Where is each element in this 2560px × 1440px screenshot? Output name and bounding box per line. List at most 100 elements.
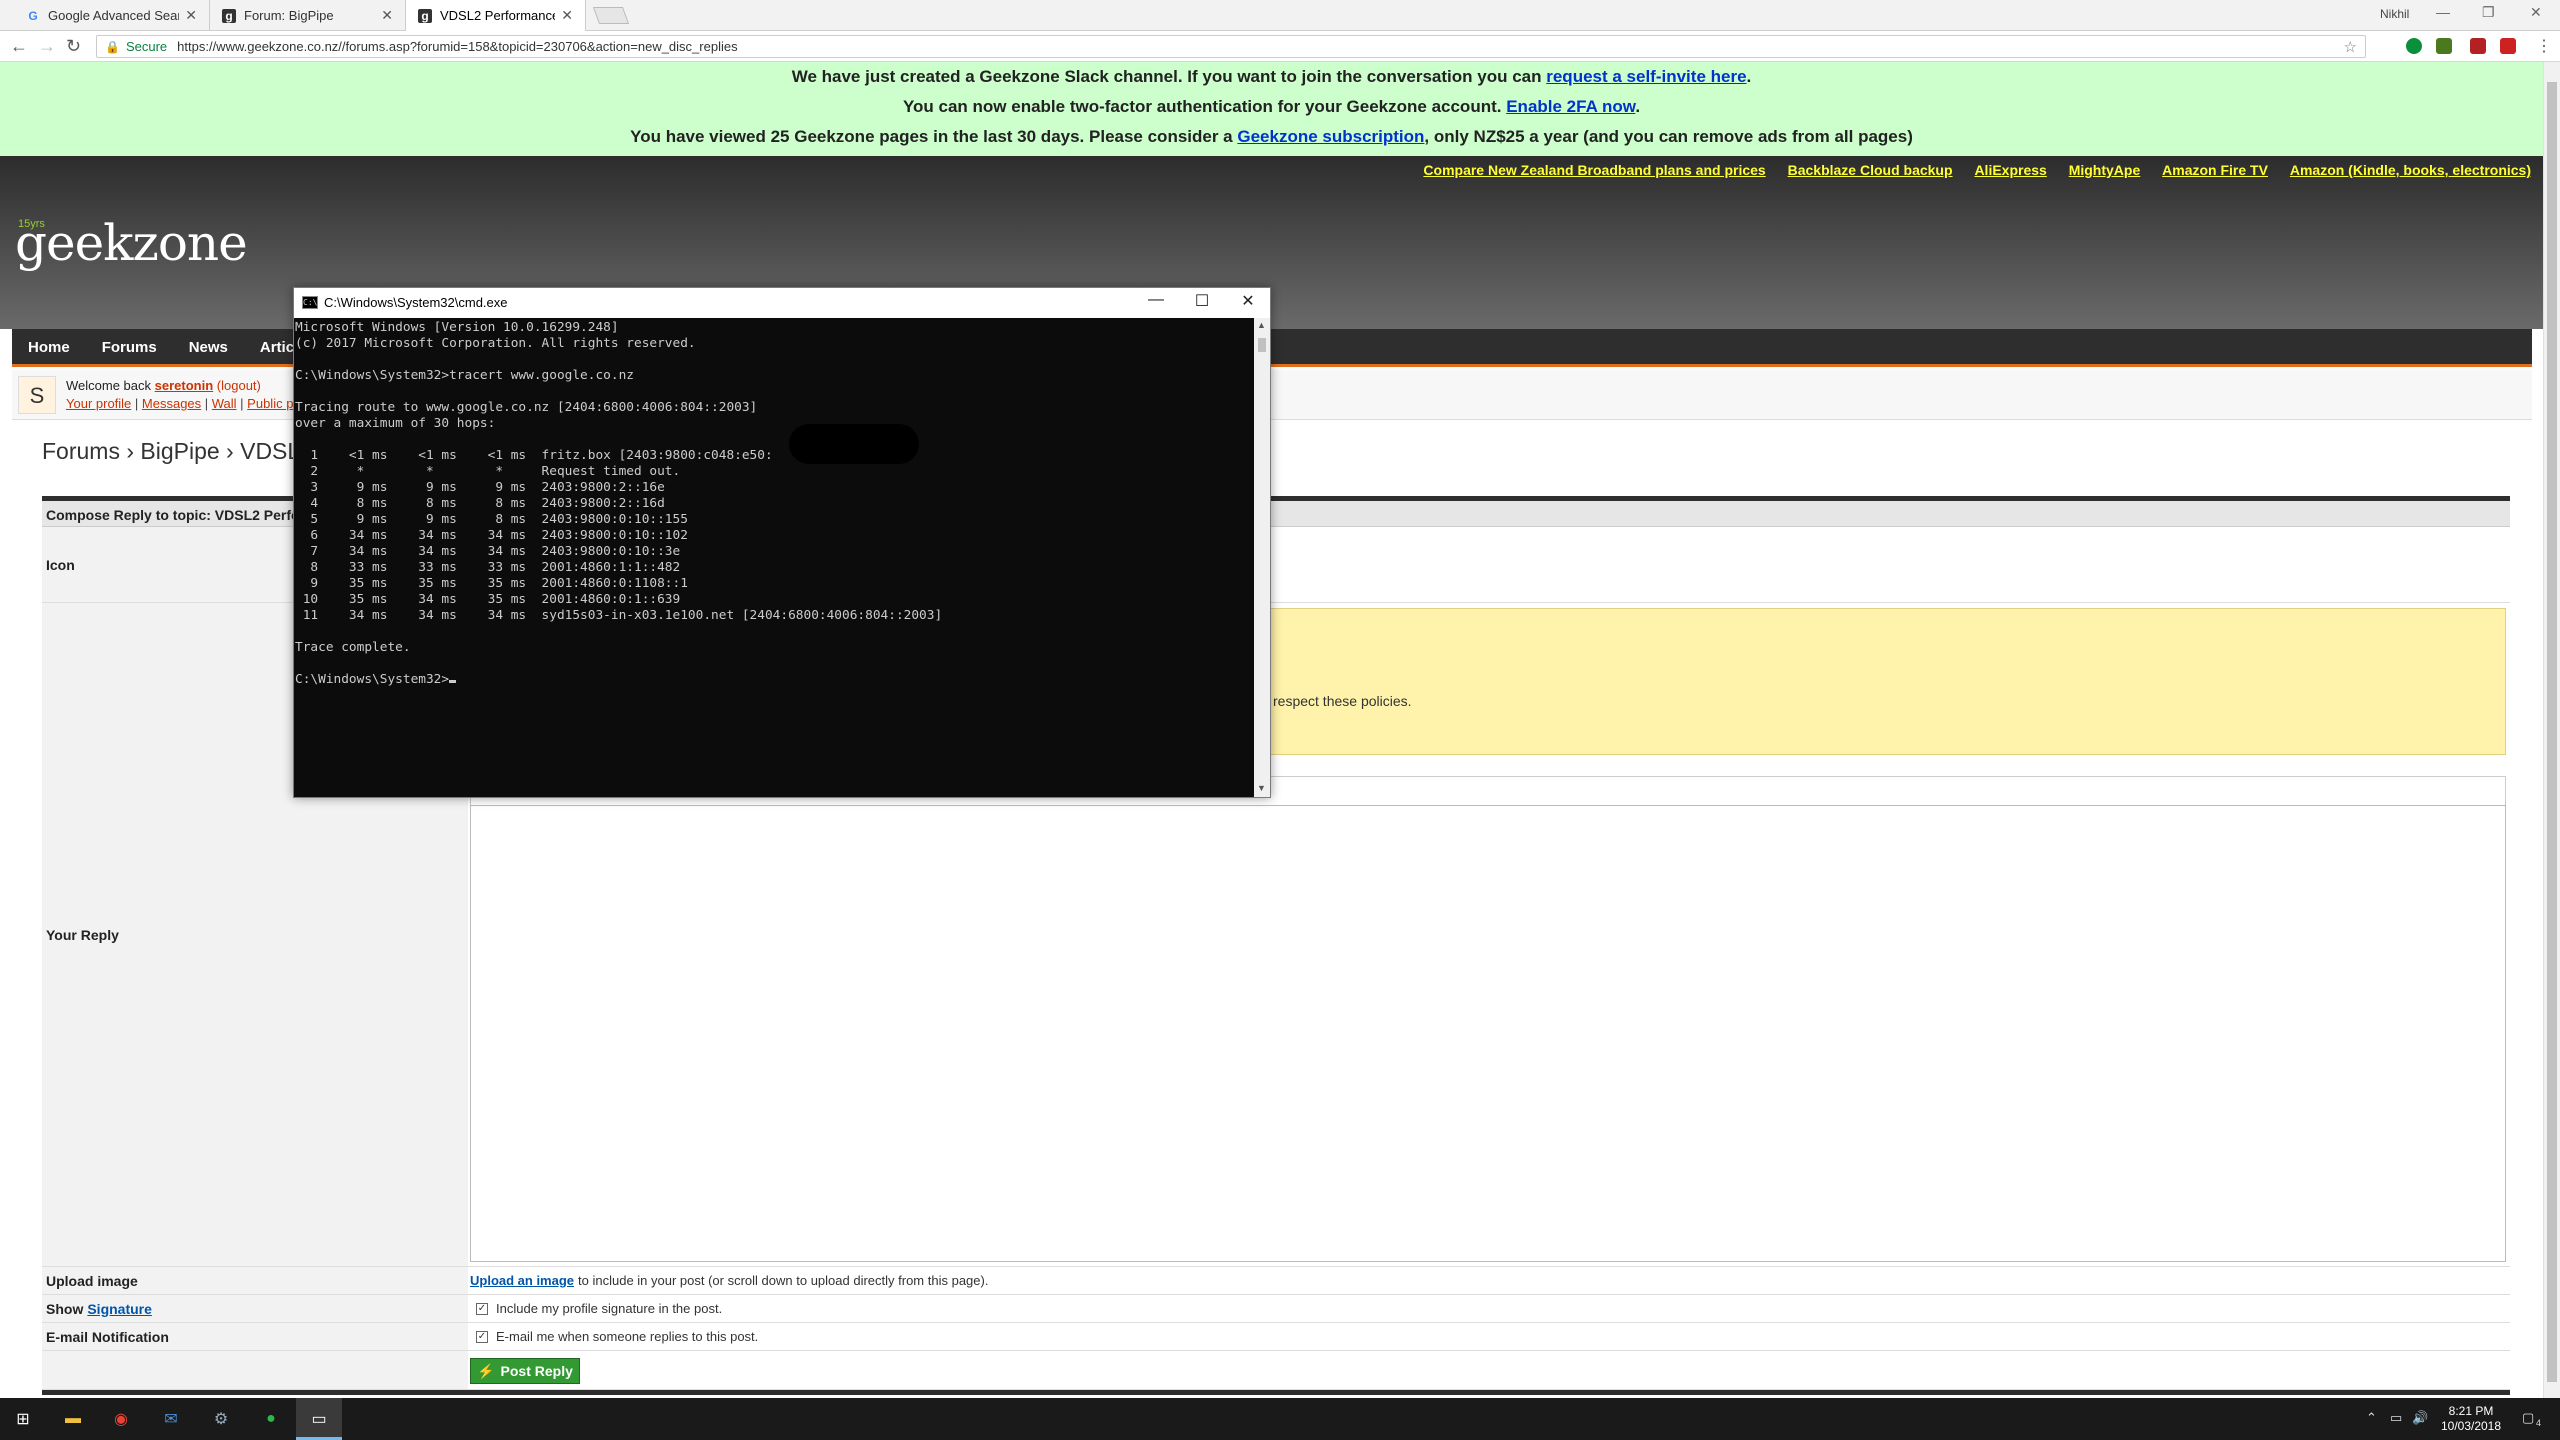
notification-center-icon[interactable]: ▢ [2522,1410,2534,1426]
page-scrollbar[interactable] [2543,62,2560,1398]
extension-red-icon[interactable] [2500,38,2516,54]
address-bar[interactable]: 🔒 Secure https://www.geekzone.co.nz//for… [96,35,2366,58]
bookmark-star-icon[interactable]: ☆ [2344,38,2357,56]
nav-news[interactable]: News [173,329,244,367]
scroll-up-icon[interactable]: ▲ [1257,320,1266,330]
sponsor-link-broadband[interactable]: Compare New Zealand Broadband plans and … [1423,162,1765,178]
scroll-down-icon[interactable]: ▼ [1257,783,1266,793]
your-profile-link[interactable]: Your profile [66,396,131,411]
bottom-divider [42,1390,2510,1395]
tray-chevron-icon[interactable]: ⌃ [2366,1410,2377,1426]
close-tab-icon[interactable]: ✕ [381,7,393,24]
close-tab-icon[interactable]: ✕ [185,7,197,24]
mail-icon[interactable]: ✉ [158,1406,184,1432]
cmd-taskbar-button[interactable]: ▭ [296,1398,342,1440]
hangouts-icon[interactable]: ● [258,1406,284,1432]
forward-arrow-icon[interactable]: → [38,36,56,57]
volume-icon[interactable]: 🔊 [2412,1410,2428,1426]
sponsor-link-aliexpress[interactable]: AliExpress [1974,162,2046,178]
cmd-minimize-icon[interactable]: — [1136,291,1176,309]
notice-banner: We have just created a Geekzone Slack ch… [0,62,2543,156]
cmd-maximize-icon[interactable]: ☐ [1182,291,1222,311]
user-links: Your profile | Messages | Wall | Public … [66,396,312,411]
secure-label: Secure [125,39,168,54]
profile-name[interactable]: Nikhil [2380,7,2409,21]
cmd-taskbar-icon: ▭ [311,1411,327,1428]
username-link[interactable]: seretonin [155,378,214,393]
subscription-link[interactable]: Geekzone subscription [1237,127,1424,146]
file-explorer-icon[interactable]: ▬ [60,1406,86,1432]
geekzone-favicon-icon: g [222,8,236,23]
page-scrollbar-thumb[interactable] [2547,82,2557,1382]
tab-vdsl2-performance[interactable]: g VDSL2 Performance not ✕ [406,0,586,31]
wall-link[interactable]: Wall [212,396,237,411]
signature-link[interactable]: Signature [87,1301,152,1317]
sponsor-link-firetv[interactable]: Amazon Fire TV [2162,162,2268,178]
welcome-message: Welcome back seretonin (logout) [66,378,261,393]
slack-invite-link[interactable]: request a self-invite here [1546,67,1746,86]
breadcrumb[interactable]: Forums › BigPipe › VDSL2 [42,438,313,465]
maximize-icon[interactable]: ❐ [2482,4,2495,21]
geekzone-logo[interactable]: geekzone [15,214,248,272]
nav-home[interactable]: Home [12,329,86,367]
text-cursor [449,680,457,683]
close-tab-icon[interactable]: ✕ [561,7,573,24]
chrome-icon[interactable]: ◉ [108,1406,134,1432]
cmd-titlebar[interactable]: C:\ C:\Windows\System32\cmd.exe — ☐ ✕ [294,288,1270,318]
policy-text: respect these policies. [1273,693,1412,709]
logout-link[interactable]: (logout) [217,378,261,393]
email-notification-checkbox[interactable]: ✓ [476,1330,488,1343]
new-tab-button[interactable] [592,7,630,24]
enable-2fa-link[interactable]: Enable 2FA now [1506,97,1635,116]
cmd-close-icon[interactable]: ✕ [1228,291,1268,311]
system-clock[interactable]: 8:21 PM 10/03/2018 [2436,1404,2506,1434]
network-icon[interactable]: ▭ [2390,1410,2402,1426]
show-signature-label: Show Signature [42,1295,468,1323]
post-button-label-cell [42,1351,468,1390]
sponsor-link-amazon[interactable]: Amazon (Kindle, books, electronics) [2290,162,2531,178]
clock-time: 8:21 PM [2448,1404,2494,1418]
notification-count: 4 [2536,1418,2542,1428]
close-window-icon[interactable]: ✕ [2530,4,2542,21]
tab-forum-bigpipe[interactable]: g Forum: BigPipe ✕ [210,0,406,31]
extension-green-icon[interactable] [2406,38,2422,54]
reply-textarea[interactable] [470,805,2506,1262]
upload-image-link[interactable]: Upload an image [470,1273,574,1288]
cmd-scrollbar[interactable]: ▲ ▼ [1254,318,1270,797]
upload-image-row: Upload an image to include in your post (… [468,1267,2510,1295]
email-notification-row: ✓ E-mail me when someone replies to this … [468,1323,2510,1351]
nav-forums[interactable]: Forums [86,329,173,367]
windows-start-icon[interactable]: ⊞ [10,1406,36,1432]
minimize-icon[interactable]: — [2436,4,2450,20]
steam-icon[interactable]: ⚙ [208,1406,234,1432]
cmd-window[interactable]: C:\ C:\Windows\System32\cmd.exe — ☐ ✕ Mi… [293,287,1271,798]
cmd-title: C:\Windows\System32\cmd.exe [324,295,508,310]
notice-line-subscription: You have viewed 25 Geekzone pages in the… [630,127,1913,146]
email-notification-label: E-mail Notification [42,1323,468,1351]
back-arrow-icon[interactable]: ← [10,36,28,57]
sponsor-link-mightyape[interactable]: MightyApe [2069,162,2141,178]
upload-image-label: Upload image [42,1267,468,1295]
extension-badge-icon[interactable] [2436,38,2452,54]
redaction-scribble [789,424,919,464]
url-text: https://www.geekzone.co.nz//forums.asp?f… [177,39,738,54]
tab-title: Google Advanced Search [48,8,179,23]
sponsor-links: Compare New Zealand Broadband plans and … [1405,162,2531,178]
signature-row: ✓ Include my profile signature in the pos… [468,1295,2510,1323]
tab-title: Forum: BigPipe [244,8,334,23]
cmd-scrollbar-thumb[interactable] [1258,338,1266,352]
tab-title: VDSL2 Performance not [440,8,556,23]
avatar[interactable]: S [18,376,56,414]
tab-google-advanced-search[interactable]: G Google Advanced Search ✕ [14,0,210,31]
messages-link[interactable]: Messages [142,396,201,411]
chrome-menu-icon[interactable]: ⋮ [2536,36,2552,56]
sponsor-link-backblaze[interactable]: Backblaze Cloud backup [1788,162,1953,178]
extension-shield-icon[interactable] [2470,38,2486,54]
console-area[interactable]: Microsoft Windows [Version 10.0.16299.24… [294,318,1254,797]
console-output: Microsoft Windows [Version 10.0.16299.24… [295,320,943,687]
signature-checkbox[interactable]: ✓ [476,1302,488,1315]
notice-line-2fa: You can now enable two-factor authentica… [902,97,1641,116]
taskbar: ⊞ ▬ ◉ ✉ ⚙ ● ▭ ⌃ ▭ 🔊 8:21 PM 10/03/2018 ▢… [0,1398,2560,1440]
post-reply-button[interactable]: ⚡ Post Reply [470,1358,580,1384]
reload-icon[interactable]: ↻ [66,36,81,57]
